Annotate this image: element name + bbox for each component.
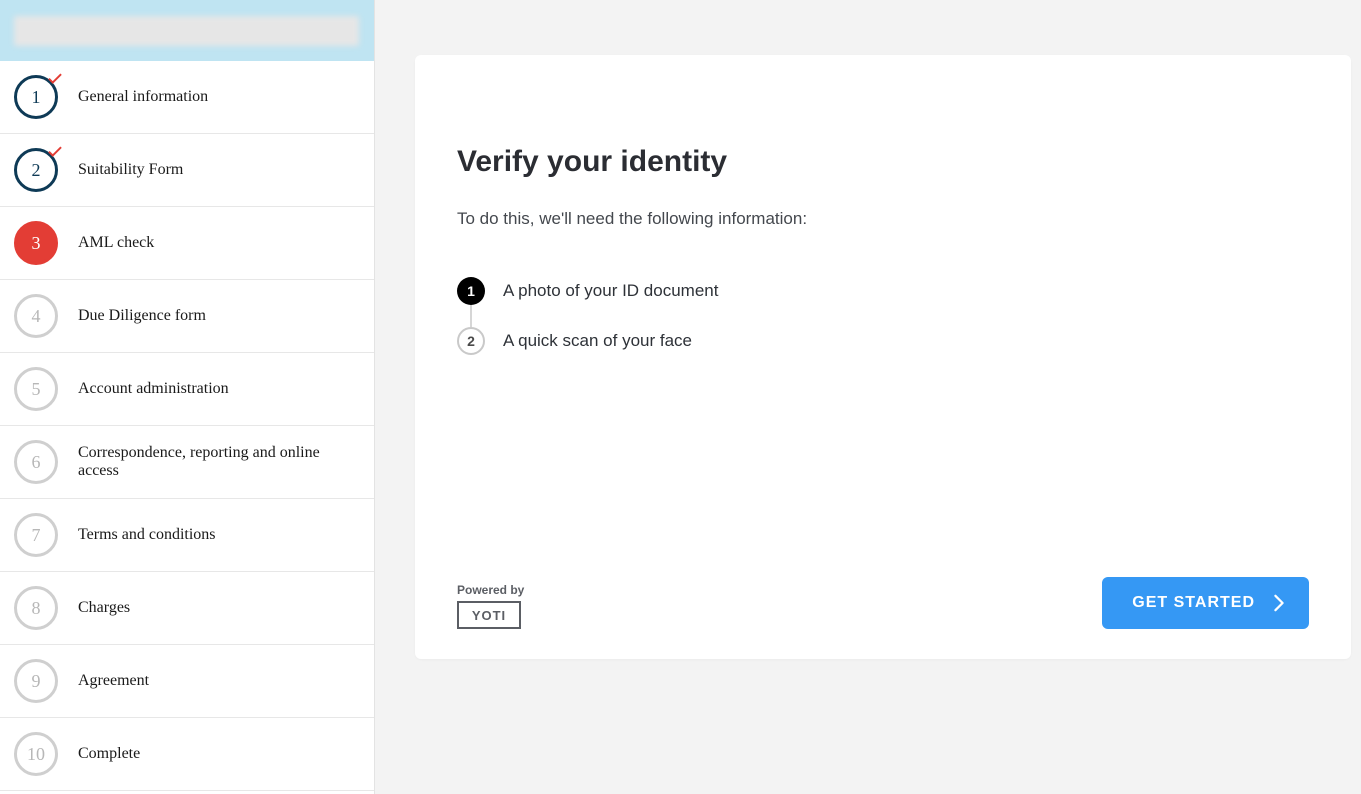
step-terms[interactable]: 7 Terms and conditions [0, 499, 374, 572]
step-number-text: 1 [32, 87, 41, 108]
requirement-id-document: 1 A photo of your ID document [457, 277, 1309, 305]
requirement-list: 1 A photo of your ID document 2 A quick … [457, 277, 1309, 377]
step-label: Suitability Form [78, 161, 183, 179]
step-label: Complete [78, 745, 140, 763]
step-number-text: 10 [27, 744, 45, 765]
step-list: 1 General information 2 Suitability Form… [0, 61, 374, 791]
yoti-logo-icon [457, 601, 521, 629]
step-aml-check[interactable]: 3 AML check [0, 207, 374, 280]
sidebar-header-redacted [14, 16, 359, 46]
card-title: Verify your identity [457, 145, 1309, 179]
step-number: 3 [14, 221, 58, 265]
requirement-number: 1 [457, 277, 485, 305]
step-number: 9 [14, 659, 58, 703]
requirement-connector [470, 305, 472, 327]
powered-by-label: Powered by [457, 583, 524, 597]
step-number: 5 [14, 367, 58, 411]
check-icon [46, 142, 64, 160]
identity-verification-card: Verify your identity To do this, we'll n… [415, 55, 1351, 659]
step-number-text: 5 [32, 379, 41, 400]
main-content: Verify your identity To do this, we'll n… [375, 0, 1361, 794]
step-number-text: 4 [32, 306, 41, 327]
requirement-text: A quick scan of your face [503, 331, 692, 351]
powered-by: Powered by [457, 583, 524, 629]
get-started-button[interactable]: GET STARTED [1102, 577, 1309, 629]
step-number-text: 2 [32, 160, 41, 181]
step-label: Charges [78, 599, 130, 617]
requirement-face-scan: 2 A quick scan of your face [457, 327, 1309, 355]
step-label: Account administration [78, 380, 229, 398]
step-charges[interactable]: 8 Charges [0, 572, 374, 645]
step-number: 6 [14, 440, 58, 484]
step-account-administration[interactable]: 5 Account administration [0, 353, 374, 426]
step-number: 2 [14, 148, 58, 192]
requirement-number: 2 [457, 327, 485, 355]
step-number: 8 [14, 586, 58, 630]
step-number-text: 9 [32, 671, 41, 692]
sidebar-header [0, 0, 374, 61]
step-correspondence[interactable]: 6 Correspondence, reporting and online a… [0, 426, 374, 499]
get-started-label: GET STARTED [1132, 594, 1255, 612]
step-number-text: 7 [32, 525, 41, 546]
step-number: 4 [14, 294, 58, 338]
step-agreement[interactable]: 9 Agreement [0, 645, 374, 718]
step-label: Agreement [78, 672, 149, 690]
step-number: 10 [14, 732, 58, 776]
card-subtitle: To do this, we'll need the following inf… [457, 209, 1309, 229]
step-label: Due Diligence form [78, 307, 206, 325]
step-label: General information [78, 88, 208, 106]
step-label: Correspondence, reporting and online acc… [78, 444, 360, 480]
step-number: 7 [14, 513, 58, 557]
step-suitability-form[interactable]: 2 Suitability Form [0, 134, 374, 207]
step-due-diligence[interactable]: 4 Due Diligence form [0, 280, 374, 353]
step-number-text: 3 [32, 233, 41, 254]
step-label: AML check [78, 234, 154, 252]
step-complete[interactable]: 10 Complete [0, 718, 374, 791]
step-label: Terms and conditions [78, 526, 216, 544]
step-number: 1 [14, 75, 58, 119]
step-general-information[interactable]: 1 General information [0, 61, 374, 134]
sidebar: 1 General information 2 Suitability Form… [0, 0, 375, 794]
requirement-text: A photo of your ID document [503, 281, 718, 301]
step-number-text: 6 [32, 452, 41, 473]
chevron-right-icon [1273, 594, 1285, 612]
card-footer: Powered by GET STARTED [457, 577, 1309, 629]
check-icon [46, 69, 64, 87]
step-number-text: 8 [32, 598, 41, 619]
